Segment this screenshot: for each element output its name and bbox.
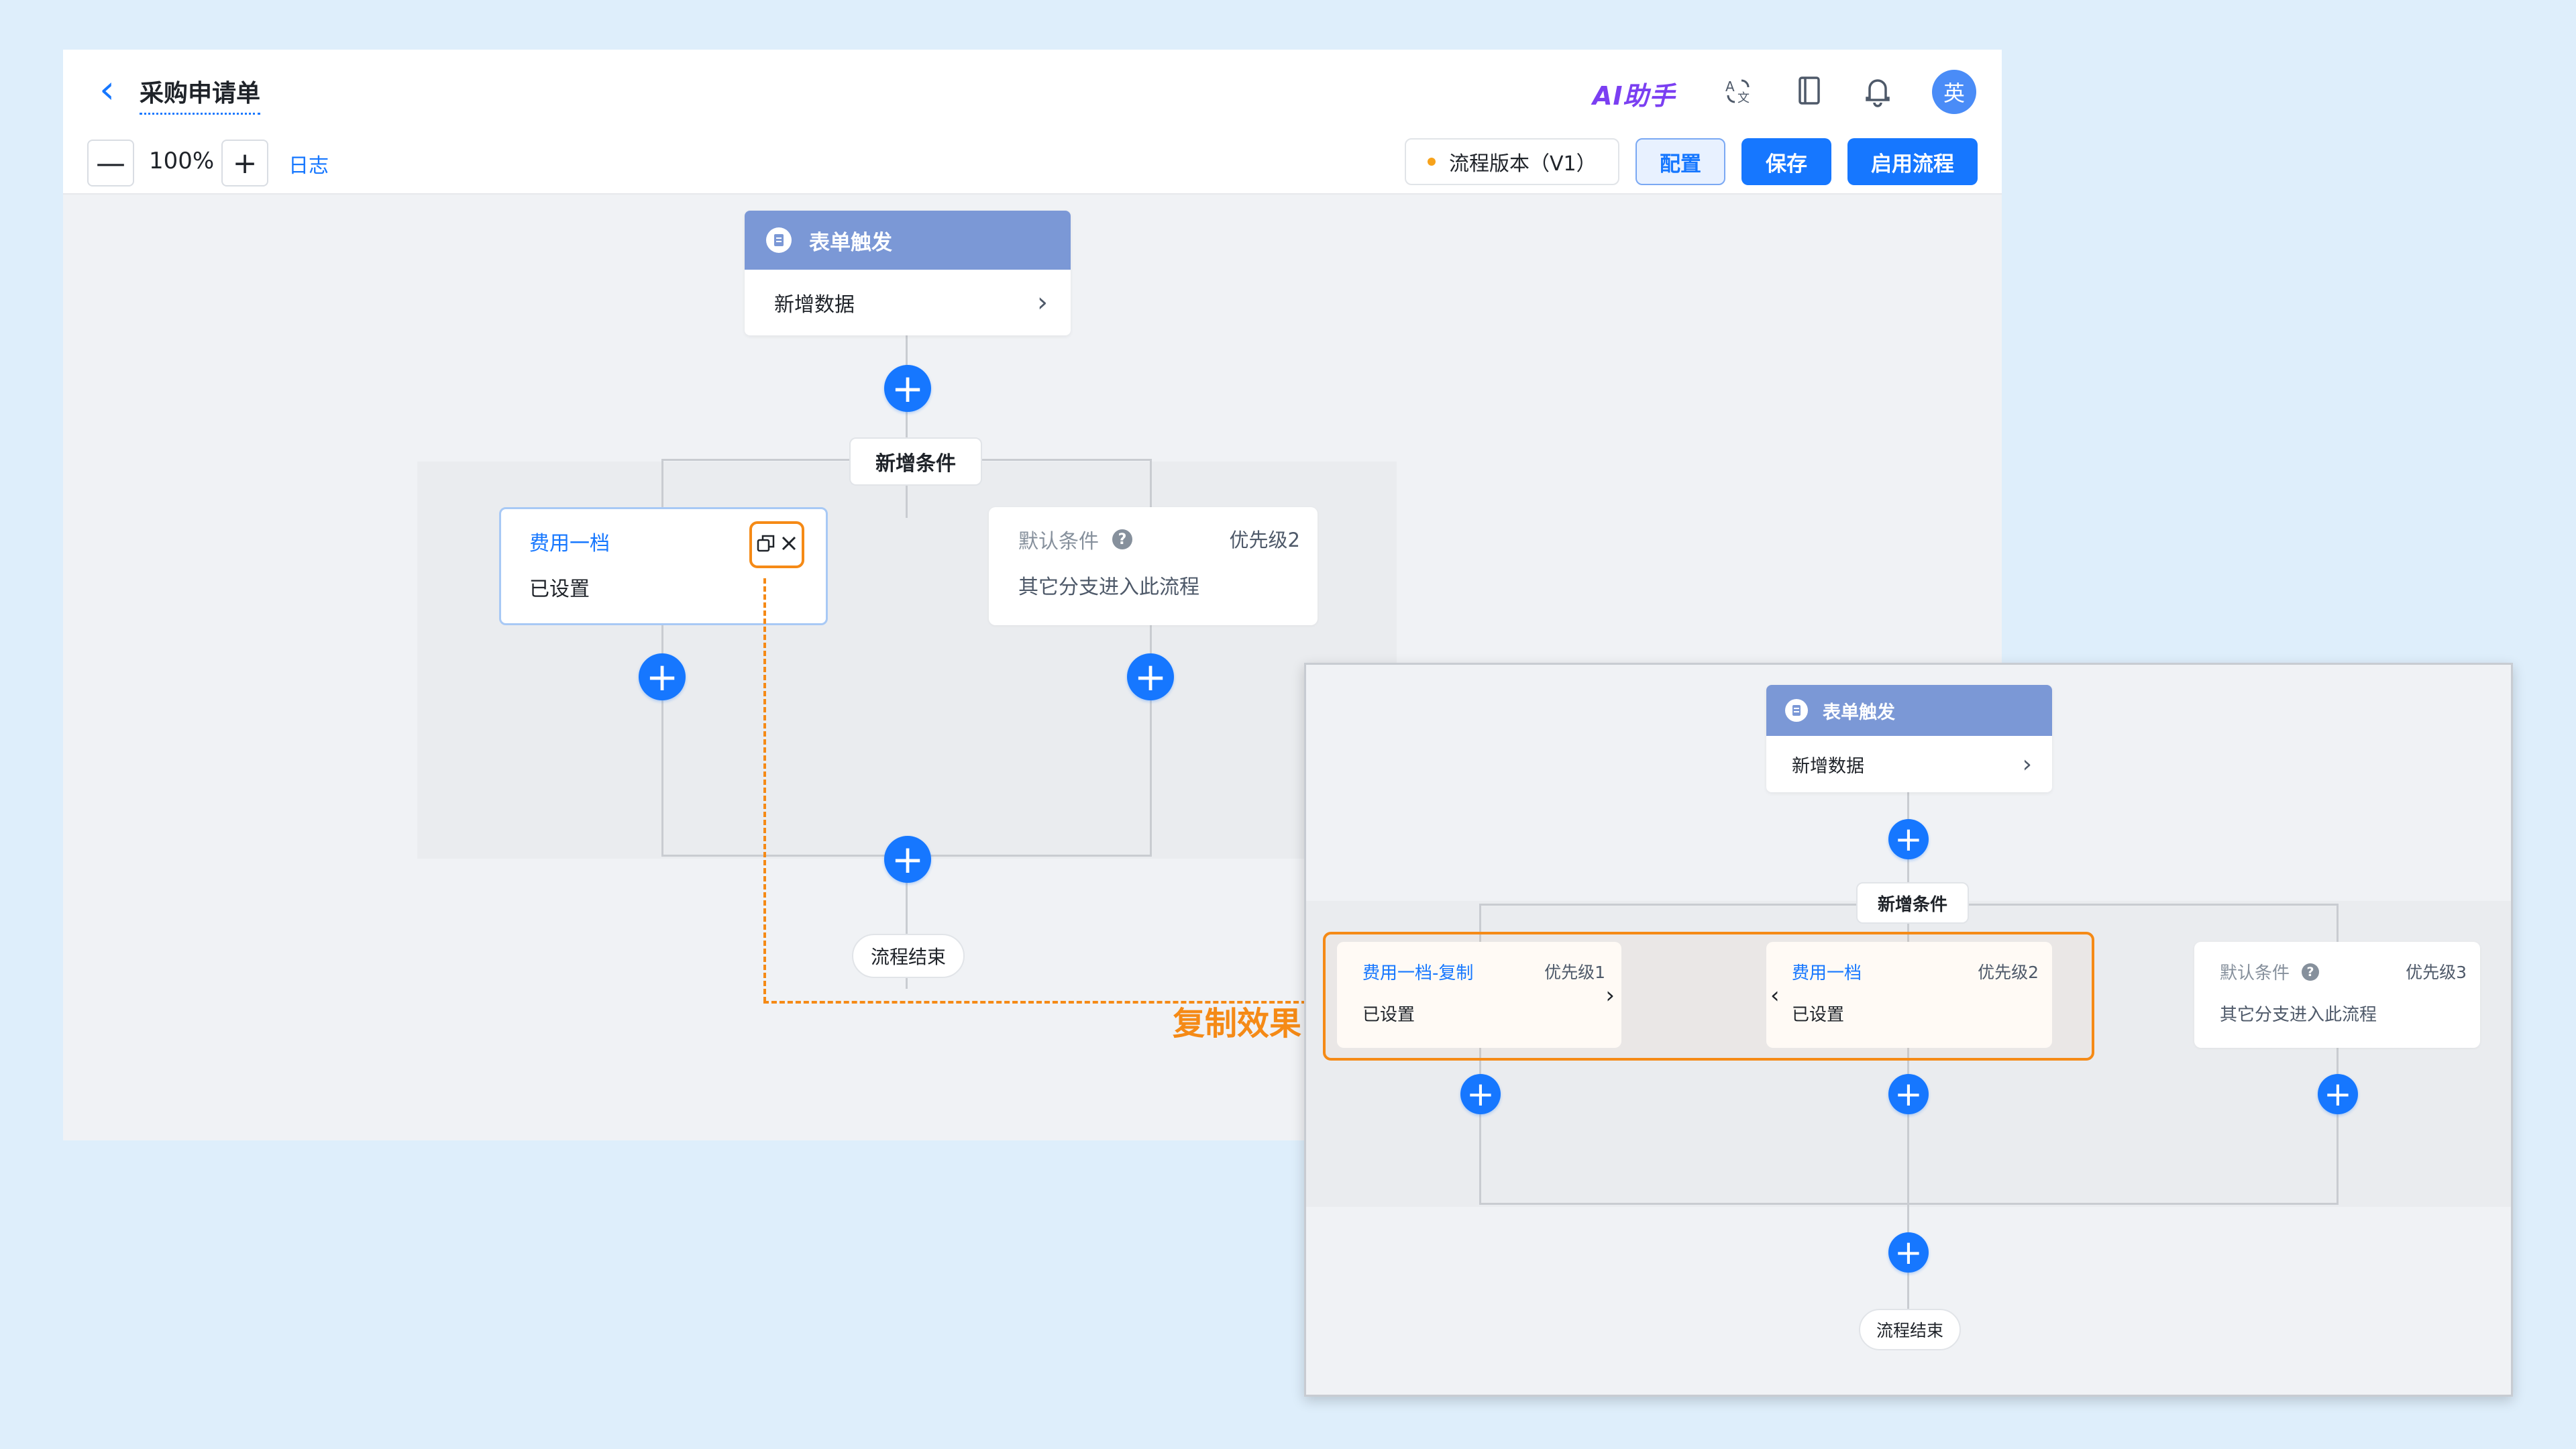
close-icon[interactable] — [780, 535, 798, 555]
add-node-button[interactable]: + — [884, 836, 931, 883]
page-title: 采购申请单 — [140, 74, 261, 115]
move-left-icon[interactable]: ‹ — [1770, 982, 1780, 1009]
add-condition-button[interactable]: 新增条件 — [849, 437, 982, 486]
add-condition-button[interactable]: 新增条件 — [1856, 882, 1969, 924]
trigger-node[interactable]: 表单触发 新增数据 › — [745, 211, 1071, 335]
copy-result-preview: 表单触发 新增数据 › + 新增条件 费用一档-复制 优先级1 已设置 › ‹ … — [1304, 663, 2513, 1397]
move-right-icon[interactable]: › — [1605, 982, 1615, 1009]
branch-card-copy[interactable]: 费用一档-复制 优先级1 已设置 › — [1337, 942, 1621, 1048]
branch-desc: 其它分支进入此流程 — [1018, 576, 1199, 599]
add-node-button[interactable]: + — [1127, 653, 1174, 700]
branch-status: 已设置 — [1362, 1005, 1415, 1025]
trigger-title: 表单触发 — [1823, 702, 1895, 723]
add-node-button[interactable]: + — [2318, 1074, 2358, 1114]
notebook-icon[interactable] — [1792, 75, 1826, 113]
version-label: 流程版本（V1） — [1449, 152, 1597, 176]
svg-text:A: A — [1725, 78, 1735, 95]
branch-name: 默认条件 — [1018, 530, 1099, 553]
add-node-button[interactable]: + — [639, 653, 686, 700]
callout-connector-vertical — [763, 578, 766, 1002]
branch-card-selected[interactable]: 费用一档 已设置 — [499, 507, 828, 625]
bell-icon[interactable] — [1861, 75, 1894, 114]
add-node-button[interactable]: + — [1888, 1074, 1929, 1114]
zoom-out-button[interactable]: — — [87, 140, 134, 186]
flow-end-node: 流程结束 — [852, 934, 965, 978]
trigger-title: 表单触发 — [809, 230, 892, 255]
chevron-left-icon[interactable]: ‹ — [99, 70, 115, 109]
branch-name: 费用一档-复制 — [1362, 963, 1474, 983]
zoom-level: 100% — [149, 148, 215, 174]
branch-action-group — [749, 521, 804, 568]
add-node-button[interactable]: + — [1888, 819, 1929, 859]
trigger-node-header: 表单触发 — [745, 211, 1071, 270]
branch-name-default: 默认条件 ? — [1018, 525, 1132, 554]
branch-name-default: 默认条件 ? — [2220, 959, 2320, 984]
branch-card-original[interactable]: ‹ 费用一档 优先级2 已设置 — [1766, 942, 2052, 1048]
document-icon — [1785, 699, 1808, 722]
save-button[interactable]: 保存 — [1741, 138, 1831, 185]
add-node-button[interactable]: + — [884, 365, 931, 412]
trigger-item-row[interactable]: 新增数据 › — [745, 270, 1071, 335]
copy-icon[interactable] — [756, 533, 776, 556]
branch-priority: 优先级3 — [2406, 963, 2467, 982]
branch-status: 已设置 — [1792, 1005, 1845, 1025]
config-button[interactable]: 配置 — [1635, 138, 1725, 185]
branch-priority: 优先级1 — [1544, 963, 1605, 982]
ai-assistant-button[interactable]: AI助手 — [1593, 75, 1676, 112]
trigger-node-header: 表单触发 — [1766, 685, 2052, 736]
avatar[interactable]: 英 — [1932, 70, 1976, 114]
enable-flow-button[interactable]: 启用流程 — [1847, 138, 1978, 185]
callout-label: 复制效果 — [1173, 1005, 1302, 1042]
help-icon[interactable]: ? — [1112, 529, 1132, 549]
branch-desc: 其它分支进入此流程 — [2220, 1005, 2377, 1025]
document-icon — [766, 227, 792, 253]
version-status-dot — [1428, 158, 1436, 166]
add-node-button[interactable]: + — [1888, 1232, 1929, 1273]
branch-priority: 优先级2 — [1978, 963, 2039, 982]
zoom-in-button[interactable]: + — [221, 140, 268, 186]
branch-name: 默认条件 — [2220, 963, 2290, 983]
branch-card-default[interactable]: 默认条件 ? 优先级2 其它分支进入此流程 — [989, 507, 1318, 625]
app-header: ‹ 采购申请单 AI助手 A文 英 — [63, 50, 2002, 130]
toolbar: — 100% + 日志 流程版本（V1） 配置 保存 启用流程 — [63, 130, 2002, 195]
trigger-item-label: 新增数据 — [774, 293, 855, 317]
chevron-right-icon: › — [1037, 287, 1048, 318]
trigger-node[interactable]: 表单触发 新增数据 › — [1766, 685, 2052, 792]
add-node-button[interactable]: + — [1460, 1074, 1501, 1114]
trigger-item-label: 新增数据 — [1792, 755, 1864, 777]
branch-priority: 优先级2 — [1229, 529, 1300, 551]
branch-status: 已设置 — [529, 578, 590, 601]
branch-name: 费用一档 — [1792, 963, 1862, 983]
branch-card-default[interactable]: 默认条件 ? 优先级3 其它分支进入此流程 — [2194, 942, 2480, 1048]
version-selector[interactable]: 流程版本（V1） — [1405, 138, 1619, 185]
chevron-right-icon: › — [2022, 750, 2032, 778]
flow-end-node: 流程结束 — [1859, 1309, 1961, 1350]
help-icon[interactable]: ? — [2302, 963, 2320, 981]
branch-name: 费用一档 — [529, 532, 610, 555]
log-link[interactable]: 日志 — [288, 149, 329, 178]
svg-text:文: 文 — [1737, 91, 1750, 105]
translate-icon[interactable]: A文 — [1721, 75, 1755, 113]
trigger-item-row[interactable]: 新增数据 › — [1766, 736, 2052, 792]
